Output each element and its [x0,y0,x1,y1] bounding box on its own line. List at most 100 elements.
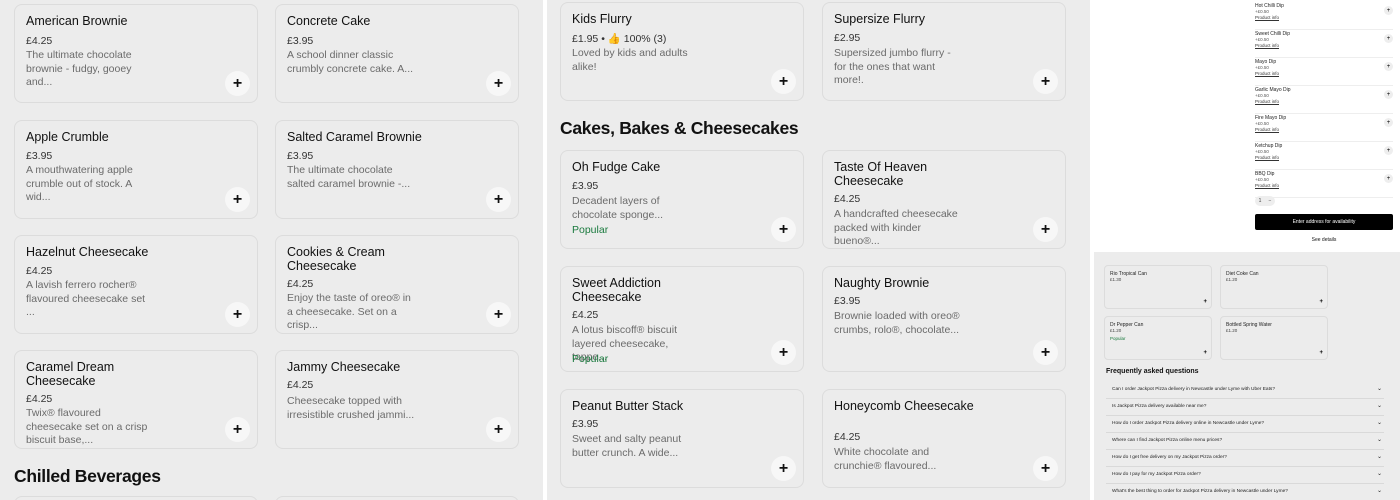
product-info-link[interactable]: Product info [1255,43,1279,48]
faq-item[interactable]: Where can I find Jackpot Pizza online me… [1106,433,1384,450]
add-dip-button[interactable]: + [1384,6,1393,15]
faq-item[interactable]: Can I order Jackpot Pizza delivery in Ne… [1106,382,1384,399]
add-item-button[interactable]: + [771,456,796,481]
chevron-down-icon[interactable]: ⌄ [1377,385,1382,392]
menu-item-card[interactable]: American Brownie £4.25 The ultimate choc… [14,4,258,103]
enter-address-button[interactable]: Enter address for availability [1255,214,1393,230]
faq-item[interactable]: How do I order Jackpot Pizza delivery on… [1106,416,1384,433]
add-item-button[interactable]: + [771,217,796,242]
product-info-link[interactable]: Product info [1255,183,1279,188]
add-dip-button[interactable]: + [1384,90,1393,99]
item-price: £1.20 [1110,328,1122,333]
add-item-button[interactable]: + [1203,299,1207,305]
menu-item-card[interactable]: Salted Caramel Brownie £3.95 The ultimat… [275,120,519,219]
item-description: Decadent layers of chocolate sponge... [572,195,664,221]
add-dip-button[interactable]: + [1384,34,1393,43]
product-info-link[interactable]: Product info [1255,71,1279,76]
chevron-down-icon[interactable]: ⌄ [1377,453,1382,460]
menu-item-card[interactable] [275,496,519,500]
add-item-button[interactable]: + [486,417,511,442]
product-info-link[interactable]: Product info [1255,155,1279,160]
add-item-button[interactable]: + [771,69,796,94]
item-description: The ultimate chocolate salted caramel br… [287,164,411,190]
chevron-down-icon[interactable]: ⌄ [1377,436,1382,443]
menu-item-card[interactable]: Kids Flurry £1.95 • 👍 100% (3) Loved by … [560,2,804,101]
add-item-button[interactable]: + [486,71,511,96]
menu-item-card[interactable]: Supersize Flurry £2.95 Supersized jumbo … [822,2,1066,101]
chevron-down-icon[interactable]: ⌄ [1377,419,1382,426]
product-info-link[interactable]: Product info [1255,127,1279,132]
add-item-button[interactable]: + [1033,69,1058,94]
item-description: Loved by kids and adults alike! [572,47,688,73]
dip-option-row[interactable]: Sweet Chilli Dip +£0.50 Product info + [1255,31,1393,58]
add-item-button[interactable]: + [771,340,796,365]
dip-option-row[interactable]: Fire Mayo Dip +£0.50 Product info + [1255,115,1393,142]
chevron-down-icon[interactable]: ⌄ [1377,470,1382,477]
dip-option-row[interactable]: Ketchup Dip +£0.50 Product info + [1255,143,1393,170]
item-title: Salted Caramel Brownie [287,130,422,144]
add-dip-button[interactable]: + [1384,174,1393,183]
add-dip-button[interactable]: + [1384,146,1393,155]
product-info-link[interactable]: Product info [1255,15,1279,20]
add-item-button[interactable]: + [486,302,511,327]
item-title: Apple Crumble [26,130,109,144]
item-price: £3.95 [287,35,314,47]
menu-item-card[interactable]: Concrete Cake £3.95 A school dinner clas… [275,4,519,103]
beverage-card[interactable]: Dr Pepper Can £1.20 Popular + [1104,316,1212,360]
add-item-button[interactable]: + [1319,299,1323,305]
section-heading: Cakes, Bakes & Cheesecakes [560,118,799,138]
menu-item-card[interactable]: Hazelnut Cheesecake £4.25 A lavish ferre… [14,235,258,334]
item-price: £4.25 [287,278,314,290]
add-item-button[interactable]: + [1033,340,1058,365]
item-description: Sweet and salty peanut butter crunch. A … [572,433,682,459]
item-description: A mouthwatering apple crumble out of sto… [26,164,133,203]
add-item-button[interactable]: + [1033,217,1058,242]
minus-icon[interactable]: − [1268,198,1271,204]
menu-item-card[interactable] [14,496,258,500]
dip-option-row[interactable]: Mayo Dip +£0.50 Product info + [1255,59,1393,86]
menu-item-card[interactable]: Caramel Dream Cheesecake £4.25 Twix® fla… [14,350,258,449]
chevron-down-icon[interactable]: ⌄ [1377,402,1382,409]
dip-option-row[interactable]: BBQ Dip +£0.50 Product info + [1255,171,1393,198]
quantity-stepper[interactable]: 1 − [1255,196,1275,206]
item-title: Cookies & Cream Cheesecake [287,245,385,273]
see-details-link[interactable]: See details [1255,237,1393,243]
item-price: £1.20 [1226,328,1238,333]
add-item-button[interactable]: + [225,302,250,327]
item-description: Enjoy the taste of oreo® in a cheesecake… [287,292,411,331]
faq-item[interactable]: How do I get free delivery on my Jackpot… [1106,450,1384,467]
menu-item-card[interactable]: Naughty Brownie £3.95 Brownie loaded wit… [822,266,1066,372]
beverage-card[interactable]: Diet Coke Can £1.20 + [1220,265,1328,309]
dip-option-row[interactable]: Garlic Mayo Dip +£0.50 Product info + [1255,87,1393,114]
faq-item[interactable]: What's the best thing to order for Jackp… [1106,484,1384,500]
menu-item-card[interactable]: Apple Crumble £3.95 A mouthwatering appl… [14,120,258,219]
menu-item-card[interactable]: Cookies & Cream Cheesecake £4.25 Enjoy t… [275,235,519,334]
menu-item-card[interactable]: Jammy Cheesecake £4.25 Cheesecake topped… [275,350,519,449]
menu-item-card[interactable]: Sweet Addiction Cheesecake £4.25 A lotus… [560,266,804,372]
chevron-down-icon[interactable]: ⌄ [1377,487,1382,494]
add-item-button[interactable]: + [486,187,511,212]
faq-item[interactable]: Is Jackpot Pizza delivery available near… [1106,399,1384,416]
add-dip-button[interactable]: + [1384,118,1393,127]
popular-badge: Popular [1110,336,1126,341]
item-title: Supersize Flurry [834,12,925,26]
dip-option-row[interactable]: Hot Chilli Dip +£0.50 Product info + [1255,3,1393,30]
add-item-button[interactable]: + [1033,456,1058,481]
faq-item[interactable]: How do I pay for my Jackpot Pizza order?… [1106,467,1384,484]
add-item-button[interactable]: + [1203,350,1207,356]
faq-question: Is Jackpot Pizza delivery available near… [1112,404,1207,409]
dip-price: +£0.50 [1255,93,1269,98]
add-dip-button[interactable]: + [1384,62,1393,71]
add-item-button[interactable]: + [1319,350,1323,356]
menu-item-card[interactable]: Taste Of Heaven Cheesecake £4.25 A handc… [822,150,1066,249]
beverage-card[interactable]: Rio Tropical Can £1.30 + [1104,265,1212,309]
dip-price: +£0.50 [1255,65,1269,70]
menu-item-card[interactable]: Oh Fudge Cake £3.95 Decadent layers of c… [560,150,804,249]
menu-item-card[interactable]: Peanut Butter Stack £3.95 Sweet and salt… [560,389,804,488]
add-item-button[interactable]: + [225,71,250,96]
menu-item-card[interactable]: Honeycomb Cheesecake £4.25 White chocola… [822,389,1066,488]
add-item-button[interactable]: + [225,417,250,442]
product-info-link[interactable]: Product info [1255,99,1279,104]
beverage-card[interactable]: Bottled Spring Water £1.20 + [1220,316,1328,360]
add-item-button[interactable]: + [225,187,250,212]
